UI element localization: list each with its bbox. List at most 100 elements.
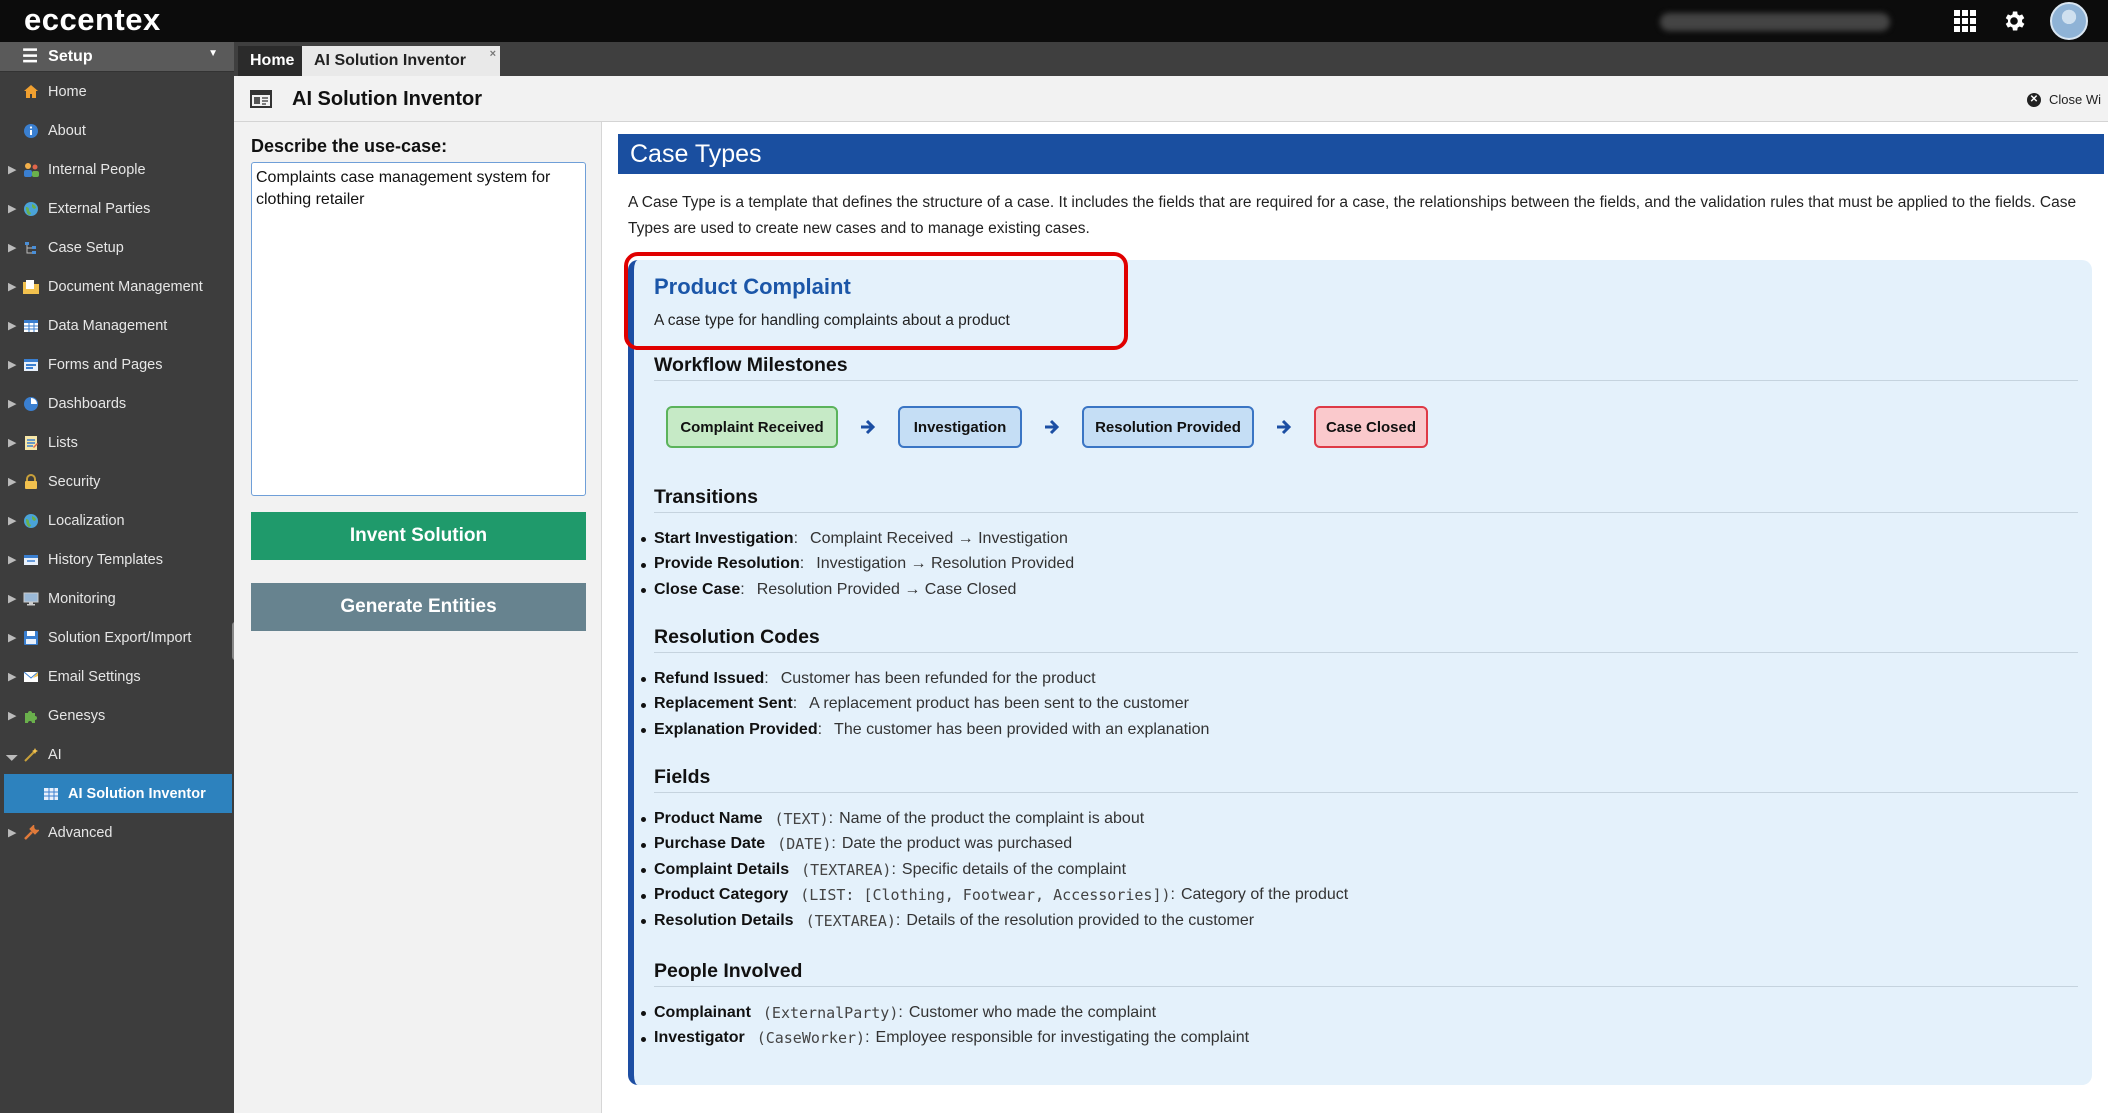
sidebar-header-setup[interactable]: ☰ Setup ▼ bbox=[0, 42, 234, 72]
email-icon bbox=[22, 668, 40, 686]
expand-arrow-icon[interactable]: ▶ bbox=[8, 709, 16, 722]
expand-arrow-icon[interactable]: ▶ bbox=[8, 202, 16, 215]
sidebar-item-advanced[interactable]: ▶ Advanced bbox=[0, 813, 234, 852]
milestone-case-closed: Case Closed bbox=[1314, 406, 1428, 448]
transitions-list: Start Investigation: Complaint Received →… bbox=[640, 526, 1074, 603]
expand-arrow-icon[interactable]: ▶ bbox=[8, 592, 16, 605]
sidebar-item-ai[interactable]: ◢ AI bbox=[0, 735, 234, 774]
user-info-blurred bbox=[1660, 13, 1890, 31]
sidebar-item-solution-export-import[interactable]: ▶ Solution Export/Import bbox=[0, 618, 234, 657]
section-transitions: Transitions bbox=[654, 486, 2078, 513]
invent-solution-button[interactable]: Invent Solution bbox=[251, 512, 586, 560]
sidebar-item-document-management[interactable]: ▶ Document Management bbox=[0, 267, 234, 306]
table-icon bbox=[22, 317, 40, 335]
expand-arrow-icon[interactable]: ▶ bbox=[8, 826, 16, 839]
grid-icon[interactable] bbox=[1950, 6, 1980, 36]
sidebar-item-data-management[interactable]: ▶ Data Management bbox=[0, 306, 234, 345]
close-icon[interactable]: × bbox=[490, 48, 496, 60]
sidebar-item-security[interactable]: ▶ Security bbox=[0, 462, 234, 501]
tab-bar: Home AI Solution Inventor × bbox=[234, 42, 2108, 76]
caret-down-icon: ▼ bbox=[208, 48, 218, 59]
tab-label: AI Solution Inventor bbox=[314, 52, 466, 69]
hamburger-icon: ☰ bbox=[22, 46, 39, 66]
monitor-icon bbox=[22, 590, 40, 608]
sidebar-item-home[interactable]: Home bbox=[0, 72, 234, 111]
page-title: AI Solution Inventor bbox=[292, 88, 482, 110]
history-icon bbox=[22, 551, 40, 569]
sidebar-item-genesys[interactable]: ▶ Genesys bbox=[0, 696, 234, 735]
list-item: Purchase Date (DATE): Date the product was… bbox=[640, 832, 1348, 858]
expand-arrow-icon[interactable]: ▶ bbox=[8, 397, 16, 410]
list-item: Refund Issued: Customer has been refunded… bbox=[640, 666, 1209, 692]
sidebar: ☰ Setup ▼ Home About ▶ Internal People ▶… bbox=[0, 42, 240, 1113]
sidebar-item-case-setup[interactable]: ▶ Case Setup bbox=[0, 228, 234, 267]
list-item: Replacement Sent: A replacement product h… bbox=[640, 692, 1209, 718]
sidebar-item-history-templates[interactable]: ▶ History Templates bbox=[0, 540, 234, 579]
globe-icon bbox=[22, 512, 40, 530]
globe-icon bbox=[22, 200, 40, 218]
expand-arrow-icon[interactable]: ▶ bbox=[8, 319, 16, 332]
use-case-label: Describe the use-case: bbox=[251, 136, 448, 156]
section-people-involved: People Involved bbox=[654, 960, 2078, 987]
info-icon bbox=[22, 122, 40, 140]
milestone-complaint-received: Complaint Received bbox=[666, 406, 838, 448]
fields-list: Product Name (TEXT): Name of the product t… bbox=[640, 806, 1348, 934]
wand-icon bbox=[22, 746, 40, 764]
sidebar-item-internal-people[interactable]: ▶ Internal People bbox=[0, 150, 234, 189]
expand-arrow-icon[interactable]: ▶ bbox=[8, 163, 16, 176]
resolution-codes-list: Refund Issued: Customer has been refunded… bbox=[640, 666, 1209, 743]
expand-arrow-icon[interactable]: ▶ bbox=[8, 241, 16, 254]
user-avatar-icon[interactable] bbox=[2050, 2, 2088, 40]
use-case-textarea[interactable]: Complaints case management system for cl… bbox=[251, 162, 586, 496]
expand-arrow-icon[interactable]: ▶ bbox=[8, 358, 16, 371]
expand-arrow-icon[interactable]: ▶ bbox=[8, 553, 16, 566]
list-item: Provide Resolution: Investigation → Resol… bbox=[640, 552, 1074, 578]
lock-icon bbox=[22, 473, 40, 491]
list-item: Investigator (CaseWorker): Employee respon… bbox=[640, 1026, 1249, 1052]
people-icon bbox=[22, 161, 40, 179]
tab-ai-solution-inventor[interactable]: AI Solution Inventor × bbox=[302, 46, 500, 76]
sidebar-item-forms-and-pages[interactable]: ▶ Forms and Pages bbox=[0, 345, 234, 384]
sidebar-header-label: Setup bbox=[48, 47, 93, 65]
people-list: Complainant (ExternalParty): Customer who … bbox=[640, 1000, 1249, 1052]
puzzle-icon bbox=[22, 707, 40, 725]
case-type-card: Product Complaint A case type for handli… bbox=[624, 252, 2092, 1085]
page-header: AI Solution Inventor ✕ Close Wi bbox=[234, 76, 2108, 122]
sidebar-item-email-settings[interactable]: ▶ Email Settings bbox=[0, 657, 234, 696]
list-item: Start Investigation: Complaint Received →… bbox=[640, 526, 1074, 552]
sidebar-item-external-parties[interactable]: ▶ External Parties bbox=[0, 189, 234, 228]
collapse-arrow-icon[interactable]: ◢ bbox=[5, 747, 20, 762]
home-icon bbox=[22, 83, 40, 101]
sidebar-item-monitoring[interactable]: ▶ Monitoring bbox=[0, 579, 234, 618]
sidebar-item-localization[interactable]: ▶ Localization bbox=[0, 501, 234, 540]
dashboard-icon bbox=[22, 395, 40, 413]
tab-home[interactable]: Home bbox=[238, 46, 307, 76]
milestone-investigation: Investigation bbox=[898, 406, 1022, 448]
gear-icon[interactable] bbox=[1999, 6, 2029, 36]
section-resolution-codes: Resolution Codes bbox=[654, 626, 2078, 653]
sidebar-item-about[interactable]: About bbox=[0, 111, 234, 150]
sidebar-item-lists[interactable]: ▶ Lists bbox=[0, 423, 234, 462]
close-window-button[interactable]: ✕ Close Wi bbox=[2027, 92, 2101, 107]
list-icon bbox=[22, 434, 40, 452]
form-icon bbox=[22, 356, 40, 374]
generate-entities-button[interactable]: Generate Entities bbox=[251, 583, 586, 631]
folder-icon bbox=[22, 278, 40, 296]
arrow-right-icon bbox=[838, 417, 898, 437]
expand-arrow-icon[interactable]: ▶ bbox=[8, 280, 16, 293]
sidebar-item-dashboards[interactable]: ▶ Dashboards bbox=[0, 384, 234, 423]
expand-arrow-icon[interactable]: ▶ bbox=[8, 631, 16, 644]
expand-arrow-icon[interactable]: ▶ bbox=[8, 475, 16, 488]
expand-arrow-icon[interactable]: ▶ bbox=[8, 436, 16, 449]
expand-arrow-icon[interactable]: ▶ bbox=[8, 514, 16, 527]
case-type-description: A case type for handling complaints abou… bbox=[654, 312, 1010, 329]
expand-arrow-icon[interactable]: ▶ bbox=[8, 670, 16, 683]
wrench-icon bbox=[22, 824, 40, 842]
milestone-row: Complaint Received Investigation Resolut… bbox=[666, 406, 1428, 448]
case-types-header: Case Types bbox=[618, 134, 2104, 174]
tree-icon bbox=[22, 239, 40, 257]
content-area: Case Types A Case Type is a template tha… bbox=[602, 122, 2108, 1113]
case-type-name: Product Complaint bbox=[654, 274, 851, 299]
grid-table-icon bbox=[42, 785, 60, 803]
sidebar-item-ai-solution-inventor[interactable]: AI Solution Inventor bbox=[4, 774, 232, 813]
